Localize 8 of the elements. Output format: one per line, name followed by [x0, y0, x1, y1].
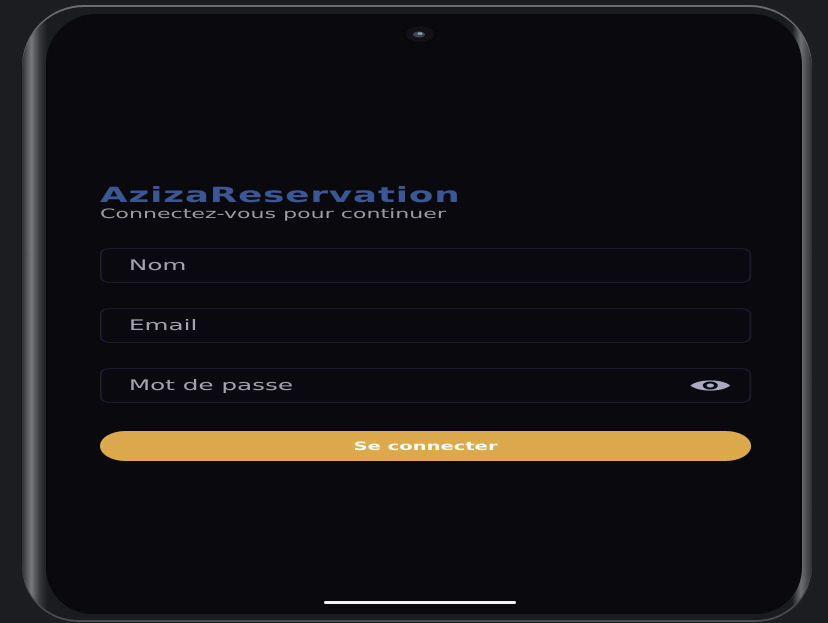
input-field[interactable]: Email	[100, 308, 752, 343]
login-button[interactable]: Se connecter	[100, 431, 752, 461]
app-title: AzizaReservation	[100, 183, 460, 207]
input-field[interactable]: Nom	[100, 248, 752, 283]
eye-icon[interactable]	[690, 379, 731, 392]
password-field[interactable]: Mot de passe	[100, 368, 752, 403]
subtitle-text: Connectez-vous pour continuer	[100, 207, 446, 223]
front-camera-icon	[405, 26, 435, 42]
